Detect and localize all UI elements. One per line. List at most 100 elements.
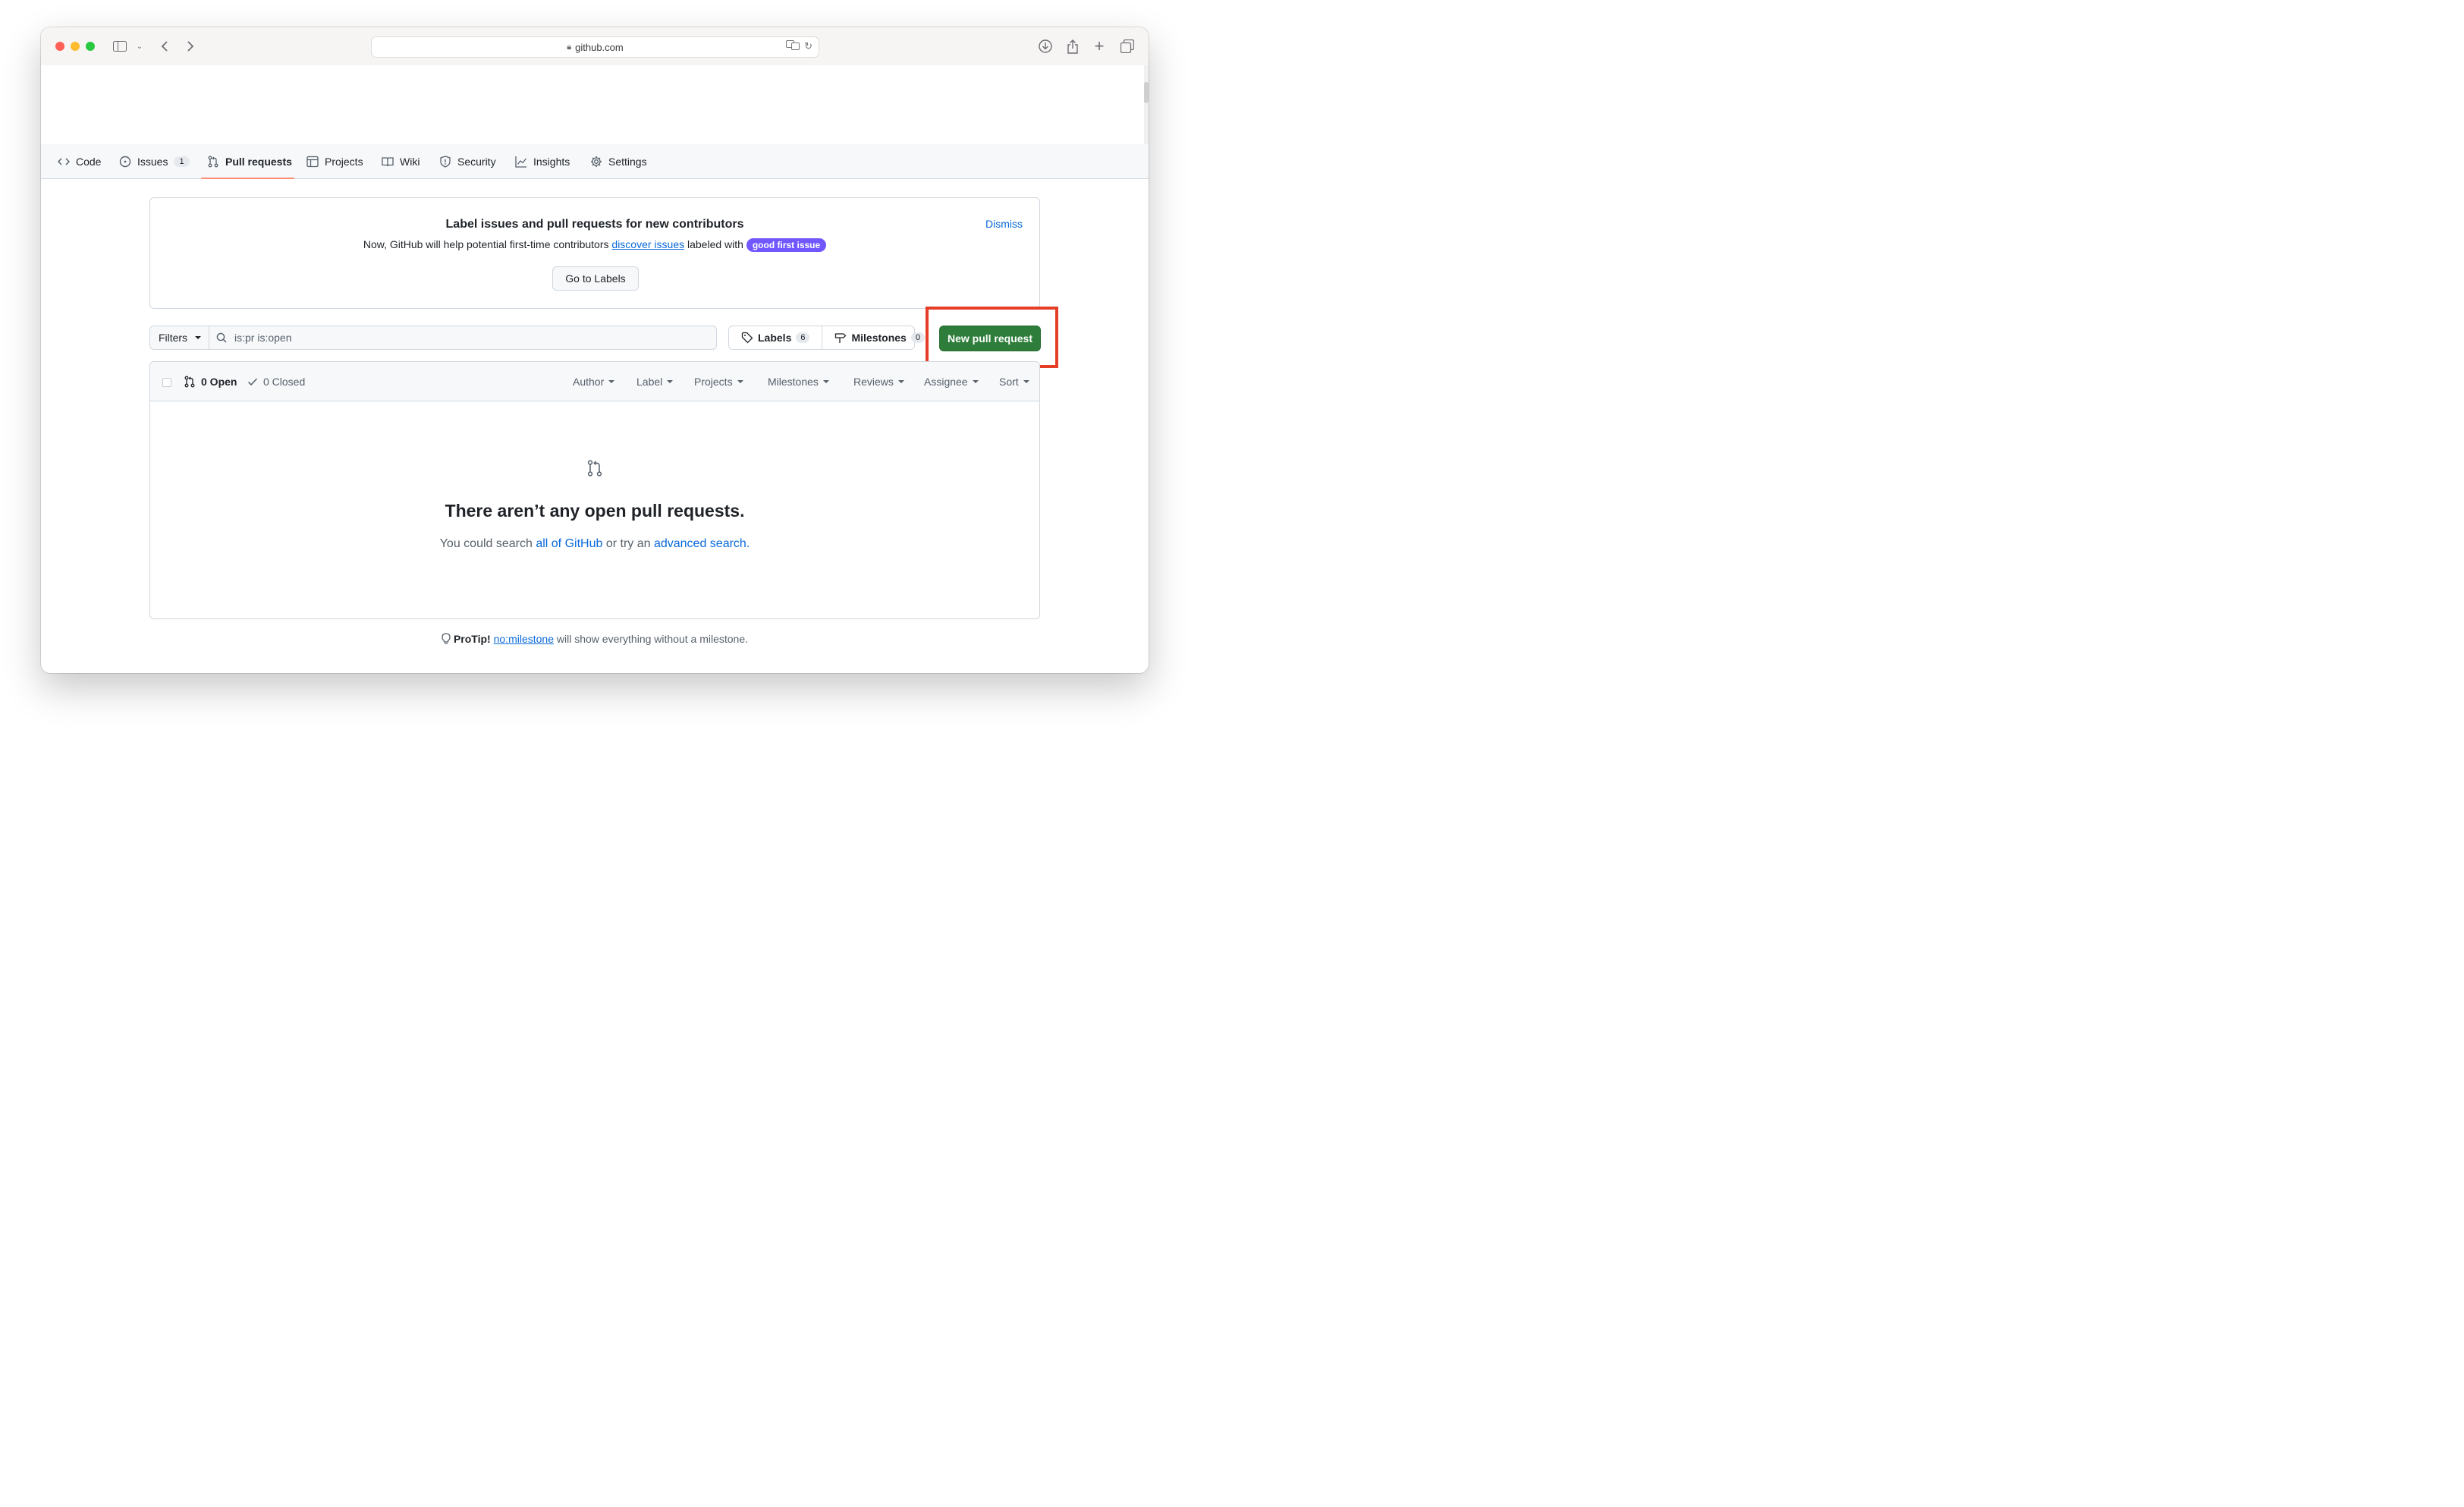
- caret-down-icon: [897, 379, 904, 383]
- tab-wiki[interactable]: Wiki: [382, 144, 420, 178]
- tab-issues[interactable]: Issues 1: [119, 144, 190, 178]
- tab-projects-label: Projects: [325, 155, 363, 168]
- sort-dropdown[interactable]: Sort: [999, 362, 1029, 401]
- author-filter[interactable]: Author: [573, 362, 615, 401]
- close-window-button[interactable]: [55, 42, 64, 51]
- caret-down-icon: [972, 379, 979, 383]
- milestone-icon: [835, 333, 847, 343]
- milestones-count: 0: [910, 332, 925, 343]
- empty-text-before: You could search: [439, 537, 536, 550]
- tab-pull-requests[interactable]: Pull requests: [207, 144, 292, 178]
- sort-dropdown-label: Sort: [999, 375, 1019, 388]
- light-bulb-icon: [442, 633, 451, 644]
- scrollbar[interactable]: [1144, 65, 1149, 144]
- milestones-filter-label: Milestones: [768, 375, 819, 388]
- label-filter-label: Label: [636, 375, 663, 388]
- search-input[interactable]: [233, 331, 691, 345]
- tag-icon: [741, 332, 753, 344]
- active-tab-underline: [201, 178, 294, 179]
- tab-insights[interactable]: Insights: [515, 144, 570, 178]
- reviews-filter-label: Reviews: [853, 375, 894, 388]
- translate-icon[interactable]: [786, 40, 800, 52]
- browser-toolbar: ⌄ 🔒︎ github.com ↻ +: [41, 27, 1149, 66]
- share-icon[interactable]: [1064, 38, 1081, 55]
- shield-icon: [440, 155, 451, 168]
- caret-down-icon: [195, 336, 202, 339]
- discover-issues-link[interactable]: discover issues: [611, 238, 684, 250]
- projects-filter[interactable]: Projects: [694, 362, 743, 401]
- address-bar[interactable]: 🔒︎ github.com ↻: [371, 36, 819, 58]
- label-filter[interactable]: Label: [636, 362, 674, 401]
- tab-pull-requests-label: Pull requests: [225, 155, 292, 168]
- tab-code[interactable]: Code: [58, 144, 101, 178]
- pull-request-icon: [587, 460, 602, 477]
- milestones-filter[interactable]: Milestones: [768, 362, 829, 401]
- author-filter-label: Author: [573, 375, 605, 388]
- contributors-banner: Label issues and pull requests for new c…: [149, 197, 1040, 309]
- search-icon: [216, 332, 227, 343]
- graph-icon: [515, 156, 527, 168]
- banner-text-after: labeled with: [684, 238, 746, 250]
- tab-issues-label: Issues: [137, 155, 168, 168]
- select-all-checkbox[interactable]: [162, 378, 171, 387]
- labels-milestones-group: Labels 6 Milestones 0: [728, 326, 925, 350]
- caret-down-icon: [1023, 379, 1029, 383]
- url-text: github.com: [575, 41, 624, 53]
- labels-label: Labels: [758, 332, 792, 344]
- issues-count-badge: 1: [174, 156, 190, 167]
- check-icon: [247, 377, 258, 385]
- search-box[interactable]: [209, 326, 717, 350]
- gear-icon: [591, 156, 602, 167]
- caret-down-icon: [667, 379, 674, 383]
- back-icon[interactable]: [156, 38, 173, 55]
- caret-down-icon: [737, 379, 743, 383]
- tab-security[interactable]: Security: [439, 144, 496, 178]
- chevron-down-icon[interactable]: ⌄: [131, 38, 148, 55]
- issue-icon: [119, 156, 131, 167]
- pull-request-list: 0 Open 0 Closed Author Label Projects Mi…: [149, 361, 1040, 619]
- tab-settings[interactable]: Settings: [590, 144, 647, 178]
- empty-state-title: There aren’t any open pull requests.: [445, 501, 745, 521]
- new-tab-icon[interactable]: +: [1091, 36, 1108, 55]
- download-icon[interactable]: [1037, 38, 1054, 55]
- pull-request-icon: [208, 156, 218, 167]
- empty-text-middle: or try an: [602, 537, 654, 550]
- assignee-filter[interactable]: Assignee: [924, 362, 979, 401]
- sidebar-toggle-icon[interactable]: [112, 38, 128, 55]
- open-count: 0 Open: [201, 375, 237, 388]
- protip-text: will show everything without a milestone…: [554, 633, 749, 645]
- tabs-overview-icon[interactable]: [1119, 38, 1136, 55]
- forward-icon[interactable]: [182, 38, 199, 55]
- banner-text: Now, GitHub will help potential first-ti…: [150, 238, 1039, 252]
- reviews-filter[interactable]: Reviews: [853, 362, 904, 401]
- zoom-window-button[interactable]: [86, 42, 95, 51]
- assignee-filter-label: Assignee: [924, 375, 968, 388]
- tab-wiki-label: Wiki: [400, 155, 420, 168]
- filters-dropdown[interactable]: Filters: [149, 326, 209, 350]
- scrollbar-thumb[interactable]: [1144, 82, 1149, 103]
- page-header-blank: [41, 65, 1149, 144]
- good-first-issue-label[interactable]: good first issue: [746, 238, 827, 252]
- highlight-box: [926, 307, 1058, 368]
- milestones-label: Milestones: [851, 332, 907, 344]
- banner-text-before: Now, GitHub will help potential first-ti…: [363, 238, 612, 250]
- tab-insights-label: Insights: [533, 155, 570, 168]
- dismiss-button[interactable]: Dismiss: [985, 218, 1023, 230]
- minimize-window-button[interactable]: [71, 42, 80, 51]
- open-filter[interactable]: 0 Open: [184, 362, 237, 401]
- closed-count: 0 Closed: [263, 375, 306, 388]
- repo-nav: Code Issues 1 Pull requests Projects Wik…: [41, 144, 1149, 179]
- tab-projects[interactable]: Projects: [306, 144, 363, 178]
- no-milestone-link[interactable]: no:milestone: [494, 633, 554, 645]
- tab-settings-label: Settings: [608, 155, 647, 168]
- caret-down-icon: [822, 379, 829, 383]
- closed-filter[interactable]: 0 Closed: [247, 362, 305, 401]
- pull-request-icon: [184, 376, 195, 387]
- reload-icon[interactable]: ↻: [804, 40, 812, 52]
- advanced-search-link[interactable]: advanced search: [654, 537, 746, 550]
- all-of-github-link[interactable]: all of GitHub: [536, 537, 602, 550]
- milestones-button[interactable]: Milestones 0: [822, 326, 936, 349]
- go-to-labels-button[interactable]: Go to Labels: [552, 266, 639, 291]
- labels-button[interactable]: Labels 6: [729, 326, 823, 349]
- protip: ProTip! no:milestone will show everythin…: [41, 633, 1149, 645]
